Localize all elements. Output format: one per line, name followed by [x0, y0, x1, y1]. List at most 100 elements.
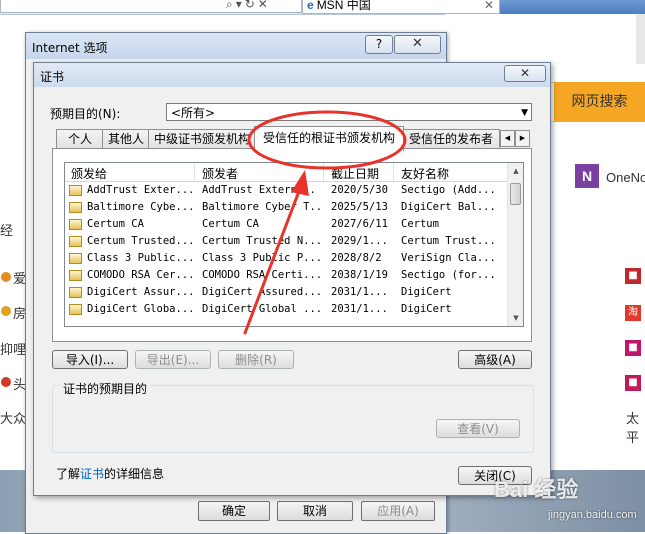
export-button[interactable]: 导出(E)... [135, 350, 211, 369]
table-row[interactable]: DigiCert Assur... DigiCert Assured... 2031… [65, 284, 507, 301]
column-separator[interactable] [323, 163, 324, 181]
certificates-titlebar[interactable] [34, 63, 550, 87]
browser-tab-strip [500, 0, 645, 14]
certificates-dialog: 证书 ✕ 预期目的(N): <所有> ▼ 个人 其他人 中级证书颁发机构 受信任… [33, 62, 551, 496]
page-text-fragment: 太平 [626, 412, 640, 446]
watermark-url: jingyan.baidu.com [548, 509, 637, 521]
help-button[interactable]: ? [365, 35, 393, 54]
page-bullet-icon [1, 377, 11, 387]
cell-issued-to: Class 3 Public... [87, 252, 193, 264]
column-separator[interactable] [194, 163, 195, 181]
intended-purposes-title: 证书的预期目的 [60, 380, 151, 397]
advanced-button[interactable]: 高级(A) [458, 350, 532, 369]
ok-button[interactable]: 确定 [198, 501, 270, 521]
tab-trusted-publishers[interactable]: 受信任的发布者 [402, 129, 500, 149]
certificates-close-button[interactable]: ✕ [504, 65, 546, 82]
address-bar-icons[interactable]: ⌕▾↻✕ [226, 0, 271, 12]
cancel-button[interactable]: 取消 [277, 501, 353, 521]
browser-tab-msn[interactable]: e MSN 中国 ✕ [302, 0, 500, 14]
certificates-help-link[interactable]: 证书 [80, 467, 104, 481]
view-button[interactable]: 查看(V) [436, 419, 520, 438]
import-button[interactable]: 导入(I)... [52, 350, 128, 369]
app-icon-magenta[interactable]: ■ [625, 375, 641, 391]
cell-friendly-name: DigiCert Bal... [401, 201, 496, 213]
cell-expiration: 2031/1... [331, 286, 388, 298]
cell-expiration: 2025/5/13 [331, 201, 388, 213]
remove-button[interactable]: 删除(R) [218, 350, 294, 369]
purpose-label: 预期目的(N): [50, 107, 121, 121]
table-row[interactable]: Certum Trusted... Certum Trusted N... 2029… [65, 233, 507, 250]
cell-issued-to: DigiCert Globa... [87, 303, 193, 315]
cell-issued-by: COMODO RSA Certi... [202, 269, 320, 281]
tab-personal[interactable]: 个人 [56, 129, 104, 149]
watermark-logo: Bai 经验 [494, 477, 579, 502]
app-icon-taobao[interactable]: 淘 [625, 305, 641, 321]
tab-scroll-left-icon[interactable]: ◀ [500, 130, 515, 147]
table-row[interactable]: DigiCert Globa... DigiCert Global ... 2031… [65, 301, 507, 318]
tab-intermediate-ca[interactable]: 中级证书颁发机构 [148, 129, 256, 149]
cell-expiration: 2038/1/19 [331, 269, 388, 281]
list-scrollbar[interactable]: ▲ ▼ [507, 163, 523, 326]
cell-expiration: 2020/5/30 [331, 184, 388, 196]
cell-expiration: 2031/1... [331, 303, 388, 315]
column-expiration[interactable]: 截止日期 [331, 165, 379, 182]
table-row[interactable]: AddTrust Exter... AddTrust Extern... 2020/… [65, 182, 507, 199]
web-search-button[interactable]: 网页搜索 [554, 82, 645, 122]
learn-more-suffix: 的详细信息 [104, 467, 165, 481]
learn-more-prefix: 了解 [56, 467, 81, 481]
page-left-area [0, 125, 28, 525]
tab-close-icon[interactable]: ✕ [484, 0, 494, 11]
scroll-up-icon[interactable]: ▲ [508, 163, 523, 179]
certificate-list[interactable]: 颁发给 颁发者 截止日期 友好名称 AddTrust Exter... AddTr… [64, 162, 524, 327]
browser-tab-title: MSN 中国 [316, 0, 371, 12]
cell-issued-by: Baltimore Cyber T... [202, 201, 320, 213]
tab-trusted-root-ca[interactable]: 受信任的根证书颁发机构 [254, 126, 404, 151]
dropdown-arrow-icon[interactable]: ▼ [521, 104, 528, 122]
cell-issued-by: Certum CA [202, 218, 259, 230]
certificate-icon [69, 270, 82, 281]
table-row[interactable]: Certum CA Certum CA 2027/6/11 Certum [65, 216, 507, 233]
certificate-icon [69, 253, 82, 264]
table-row[interactable]: COMODO RSA Cer... COMODO RSA Certi... 2038… [65, 267, 507, 284]
onenote-label[interactable]: OneNo [606, 170, 645, 185]
onenote-icon[interactable]: N [575, 164, 599, 188]
column-separator[interactable] [393, 163, 394, 181]
tab-scroll-right-icon[interactable]: ▶ [515, 130, 530, 147]
internet-options-close-button[interactable]: ✕ [394, 35, 441, 54]
certificate-icon [69, 202, 82, 213]
page-left-text-6[interactable]: 大众 [0, 408, 26, 427]
cell-friendly-name: DigiCert [401, 286, 452, 298]
learn-more-text: 了解证书的详细信息 [56, 465, 164, 482]
page-left-text-1: 经 [0, 224, 14, 239]
tab-other-people[interactable]: 其他人 [102, 129, 150, 149]
ie-icon: e [307, 0, 314, 12]
cell-expiration: 2029/1... [331, 235, 388, 247]
cell-friendly-name: Sectigo (for... [401, 269, 496, 281]
scroll-thumb[interactable] [510, 183, 521, 205]
cell-issued-by: DigiCert Assured... [202, 286, 320, 298]
app-icon-red[interactable]: ■ [625, 268, 641, 284]
cell-issued-by: AddTrust Extern... [202, 184, 316, 196]
certificate-icon [69, 287, 82, 298]
purpose-selected-value: <所有> [171, 106, 216, 120]
column-friendly-name[interactable]: 友好名称 [401, 165, 449, 182]
cell-friendly-name: DigiCert [401, 303, 452, 315]
certificates-title: 证书 [40, 70, 65, 84]
column-issued-to[interactable]: 颁发给 [71, 165, 107, 182]
cell-friendly-name: Certum Trust... [401, 235, 496, 247]
cell-issued-to: DigiCert Assur... [87, 286, 193, 298]
cell-expiration: 2027/6/11 [331, 218, 388, 230]
table-row[interactable]: Baltimore Cybe... Baltimore Cyber T... 202… [65, 199, 507, 216]
apply-button[interactable]: 应用(A) [361, 501, 435, 521]
certificate-icon [69, 304, 82, 315]
page-left-text-4[interactable]: 抑哩 [0, 339, 26, 358]
app-icon-pink[interactable]: ■ [625, 340, 641, 356]
table-row[interactable]: Class 3 Public... Class 3 Public P... 2028… [65, 250, 507, 267]
purpose-select[interactable]: <所有> ▼ [166, 103, 532, 121]
cell-friendly-name: Sectigo (Add... [401, 184, 496, 196]
column-issued-by[interactable]: 颁发者 [202, 165, 238, 182]
scroll-down-icon[interactable]: ▼ [508, 310, 523, 326]
cell-issued-to: AddTrust Exter... [87, 184, 193, 196]
cell-issued-to: COMODO RSA Cer... [87, 269, 193, 281]
certificate-list-header: 颁发给 颁发者 截止日期 友好名称 [65, 163, 507, 182]
